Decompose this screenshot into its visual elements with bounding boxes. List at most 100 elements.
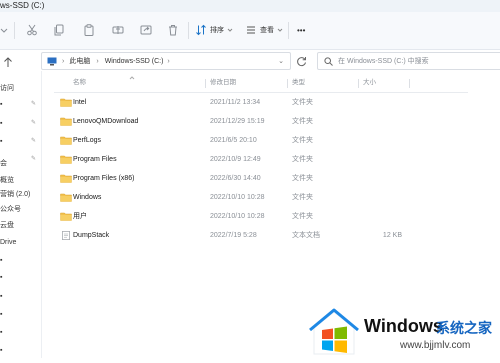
refresh-button[interactable] bbox=[296, 51, 307, 71]
file-type: 文件夹 bbox=[292, 156, 313, 163]
address-row: › 此电脑 › Windows-SSD (C:) › ⌄ 在 Windows-S… bbox=[0, 49, 500, 71]
file-name: LenovoQMDownload bbox=[73, 118, 139, 125]
nav-item[interactable]: ▪ bbox=[0, 293, 2, 300]
file-row[interactable]: Program Files (x86) 2022/6/30 14:40 文件夹 bbox=[54, 169, 474, 188]
view-icon bbox=[247, 26, 255, 34]
search-box[interactable]: 在 Windows-SSD (C:) 中搜索 bbox=[317, 52, 500, 70]
folder-icon bbox=[60, 98, 72, 107]
file-date: 2022/10/9 12:49 bbox=[210, 156, 261, 163]
sort-button[interactable]: 排序 bbox=[195, 20, 233, 40]
toolbar-divider bbox=[14, 22, 15, 39]
address-bar[interactable]: › 此电脑 › Windows-SSD (C:) › ⌄ bbox=[41, 52, 291, 70]
file-size bbox=[364, 188, 402, 207]
file-name: Program Files bbox=[73, 156, 117, 163]
window-title: ws-SSD (C:) bbox=[0, 1, 45, 10]
column-header-name[interactable]: 名称 bbox=[73, 76, 86, 90]
cut-button[interactable] bbox=[26, 20, 38, 40]
delete-button[interactable] bbox=[167, 20, 179, 40]
column-header-type[interactable]: 类型 bbox=[292, 76, 305, 90]
file-type: 文件夹 bbox=[292, 137, 313, 144]
file-row[interactable]: PerfLogs 2021/6/5 20:10 文件夹 bbox=[54, 131, 474, 150]
nav-item[interactable]: ▪ bbox=[0, 120, 2, 127]
file-date: 2021/6/5 20:10 bbox=[210, 137, 257, 144]
paste-button[interactable] bbox=[83, 20, 95, 40]
column-header-date[interactable]: 修改日期 bbox=[210, 76, 236, 90]
file-date: 2022/10/10 10:28 bbox=[210, 194, 265, 201]
text-file-icon bbox=[62, 231, 70, 240]
toolbar-divider bbox=[288, 22, 289, 39]
scissors-icon bbox=[27, 24, 37, 36]
file-row[interactable]: Program Files 2022/10/9 12:49 文件夹 bbox=[54, 150, 474, 169]
file-type: 文件夹 bbox=[292, 99, 313, 106]
file-row[interactable]: 用户 2022/10/10 10:28 文件夹 bbox=[54, 207, 474, 226]
folder-icon bbox=[60, 193, 72, 202]
address-dropdown-icon[interactable]: ⌄ bbox=[278, 57, 284, 65]
breadcrumb-item[interactable]: 此电脑 bbox=[69, 56, 90, 66]
nav-item[interactable]: 会 bbox=[0, 158, 7, 168]
navigation-pane: 访问 ▪ ✎ ▪ ✎ ▪ ✎ ✎ 会 概览 营销 (2.0) 公众号 云盘 Dr… bbox=[0, 71, 42, 358]
file-name: Windows bbox=[73, 194, 102, 201]
file-row[interactable]: DumpStack 2022/7/19 5:28 文本文档 12 KB bbox=[54, 226, 474, 245]
nav-item[interactable]: ▪ bbox=[0, 329, 2, 336]
nav-item[interactable]: 云盘 bbox=[0, 220, 14, 230]
nav-item[interactable]: ▪ bbox=[0, 138, 2, 145]
file-size: 12 KB bbox=[382, 232, 402, 239]
nav-item[interactable]: ▪ bbox=[0, 274, 2, 281]
nav-item[interactable]: ▪ bbox=[0, 257, 2, 264]
new-item-chevron-icon[interactable] bbox=[0, 20, 8, 40]
refresh-icon bbox=[297, 56, 306, 66]
nav-item[interactable]: ▪ bbox=[0, 101, 2, 108]
nav-item[interactable]: ▪ bbox=[0, 311, 2, 318]
nav-item[interactable]: 公众号 bbox=[0, 204, 21, 214]
nav-item[interactable]: Drive bbox=[0, 239, 16, 246]
folder-icon bbox=[60, 174, 72, 183]
command-bar: 排序 查看 ••• bbox=[0, 12, 500, 50]
toolbar-divider bbox=[188, 22, 189, 39]
file-row[interactable]: LenovoQMDownload 2021/12/29 15:19 文件夹 bbox=[54, 112, 474, 131]
arrow-up-icon bbox=[4, 57, 12, 67]
file-name: Program Files (x86) bbox=[73, 175, 135, 182]
column-header-size[interactable]: 大小 bbox=[363, 76, 376, 90]
rename-button[interactable] bbox=[112, 20, 124, 40]
more-options-button[interactable]: ••• bbox=[297, 20, 305, 40]
computer-icon bbox=[47, 57, 57, 65]
file-date: 2021/12/29 15:19 bbox=[210, 118, 265, 125]
file-type: 文件夹 bbox=[292, 175, 313, 182]
column-divider bbox=[409, 79, 410, 88]
breadcrumb-item[interactable]: Windows-SSD (C:) bbox=[105, 58, 164, 65]
trash-icon bbox=[169, 25, 177, 36]
file-date: 2021/11/2 13:34 bbox=[210, 99, 261, 106]
breadcrumb-chevron-icon: › bbox=[167, 57, 170, 65]
file-date: 2022/6/30 14:40 bbox=[210, 175, 261, 182]
file-name: 用户 bbox=[73, 213, 87, 220]
clipboard-icon bbox=[84, 24, 94, 36]
file-date: 2022/7/19 5:28 bbox=[210, 232, 257, 239]
copy-icon bbox=[54, 24, 64, 36]
file-size bbox=[364, 207, 402, 226]
file-row[interactable]: Intel 2021/11/2 13:34 文件夹 bbox=[54, 93, 474, 112]
title-bar: ws-SSD (C:) bbox=[0, 0, 500, 12]
view-label: 查看 bbox=[260, 27, 274, 34]
nav-item[interactable]: 概览 bbox=[0, 175, 14, 185]
nav-item[interactable]: 访问 bbox=[0, 83, 14, 93]
view-button[interactable]: 查看 bbox=[245, 20, 283, 40]
back-button[interactable] bbox=[3, 52, 13, 72]
watermark-brand: Windows bbox=[364, 316, 443, 336]
watermark-url: www.bjjmlv.com bbox=[400, 340, 471, 351]
nav-item[interactable]: 营销 (2.0) bbox=[0, 189, 30, 199]
share-button[interactable] bbox=[140, 20, 152, 40]
pin-icon: ✎ bbox=[31, 120, 37, 126]
copy-button[interactable] bbox=[53, 20, 65, 40]
search-placeholder: 在 Windows-SSD (C:) 中搜索 bbox=[338, 58, 429, 65]
file-type: 文本文档 bbox=[292, 232, 320, 239]
file-row[interactable]: Windows 2022/10/10 10:28 文件夹 bbox=[54, 188, 474, 207]
share-icon bbox=[140, 25, 152, 35]
column-divider bbox=[358, 79, 359, 88]
rename-icon bbox=[112, 26, 124, 34]
file-type: 文件夹 bbox=[292, 213, 313, 220]
breadcrumb-chevron-icon: › bbox=[62, 57, 65, 65]
pin-icon: ✎ bbox=[31, 138, 37, 144]
sort-label: 排序 bbox=[210, 27, 224, 34]
file-type: 文件夹 bbox=[292, 118, 313, 125]
nav-item[interactable]: ▪ bbox=[0, 347, 2, 354]
